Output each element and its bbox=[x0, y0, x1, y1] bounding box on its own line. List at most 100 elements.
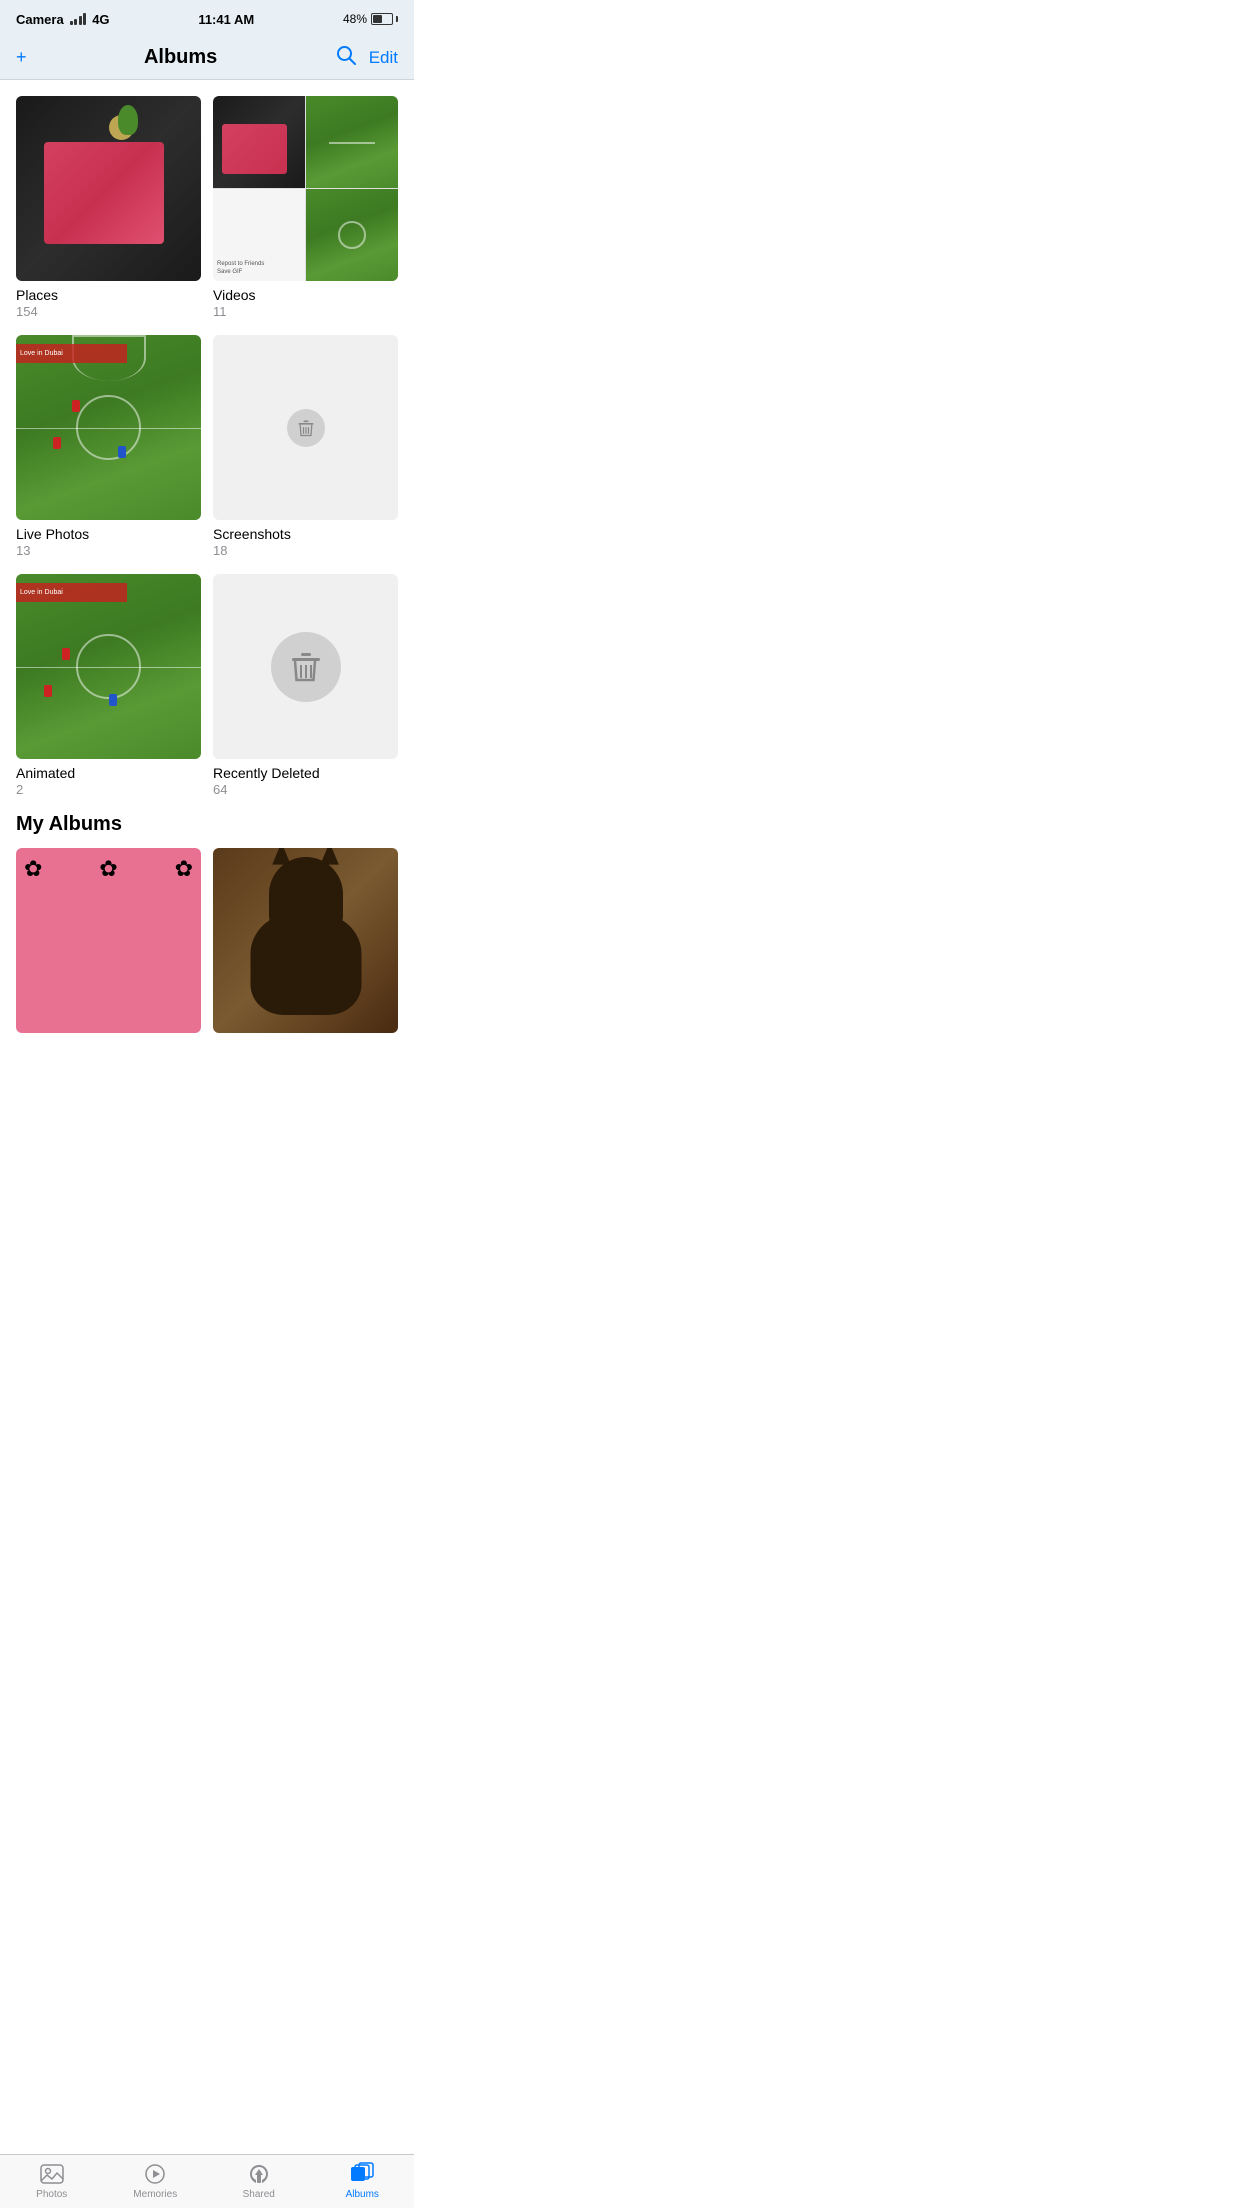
plant-detail bbox=[118, 105, 138, 135]
trash-circle-small bbox=[287, 409, 325, 447]
shared-icon bbox=[246, 2161, 272, 2187]
album-name-places: Places bbox=[16, 287, 201, 303]
album-name-recently-deleted: Recently Deleted bbox=[213, 765, 398, 781]
animated-banner: Love in Dubai bbox=[16, 583, 127, 602]
trash-circle-large bbox=[271, 632, 341, 702]
tab-memories-label: Memories bbox=[133, 2189, 177, 2200]
search-button[interactable] bbox=[335, 44, 357, 71]
tab-photos[interactable]: Photos bbox=[0, 2161, 104, 2200]
status-right: 48% bbox=[343, 12, 398, 26]
status-bar: Camera 4G 11:41 AM 48% bbox=[0, 0, 414, 36]
signal-bars bbox=[70, 13, 87, 25]
album-count-videos: 11 bbox=[213, 304, 398, 319]
battery-icon bbox=[371, 13, 398, 25]
tab-photos-label: Photos bbox=[36, 2189, 67, 2200]
animated-player-red bbox=[62, 648, 70, 660]
carrier-label: Camera bbox=[16, 12, 64, 27]
add-album-button[interactable]: + bbox=[16, 47, 27, 68]
nav-left: + bbox=[16, 47, 27, 68]
signal-bar-3 bbox=[79, 16, 82, 25]
videos-four-grid: Repost to FriendsSave GIF bbox=[213, 96, 398, 281]
battery-tip bbox=[396, 16, 398, 22]
grid-cell-4 bbox=[306, 189, 398, 281]
album-item-recently-deleted[interactable]: Recently Deleted 64 bbox=[213, 574, 398, 797]
cat-album-thumb bbox=[213, 848, 398, 1033]
search-icon bbox=[335, 44, 357, 66]
status-left: Camera 4G bbox=[16, 12, 110, 27]
grid-cell-3: Repost to FriendsSave GIF bbox=[213, 189, 305, 281]
mini-soccer-2 bbox=[306, 189, 398, 281]
animated-player-blue bbox=[109, 694, 117, 706]
banner-text: Love in Dubai bbox=[20, 350, 63, 357]
page-title: Albums bbox=[144, 46, 217, 69]
album-item-animated[interactable]: Love in Dubai Animated 2 bbox=[16, 574, 201, 797]
floral-overlay bbox=[44, 142, 164, 244]
tab-albums[interactable]: Albums bbox=[311, 2161, 415, 2200]
network-type: 4G bbox=[92, 12, 109, 27]
status-time: 11:41 AM bbox=[198, 12, 254, 27]
tab-shared-label: Shared bbox=[243, 2189, 275, 2200]
soccer-field-animated: Love in Dubai bbox=[16, 574, 201, 759]
mini-bag bbox=[222, 124, 286, 175]
album-count-animated: 2 bbox=[16, 782, 201, 797]
album-item-places[interactable]: Places 154 bbox=[16, 96, 201, 319]
cat-ear-left bbox=[272, 848, 291, 865]
signal-bar-2 bbox=[74, 19, 77, 25]
animated-player-red-2 bbox=[44, 685, 52, 697]
album-item-screenshots[interactable]: Screenshots 18 bbox=[213, 335, 398, 558]
photos-icon bbox=[39, 2161, 65, 2187]
album-name-live: Live Photos bbox=[16, 526, 201, 542]
cat-ear-right bbox=[320, 848, 339, 865]
album-count-live: 13 bbox=[16, 543, 201, 558]
tab-memories[interactable]: Memories bbox=[104, 2161, 208, 2200]
animated-banner-text: Love in Dubai bbox=[20, 589, 63, 596]
bag-image bbox=[16, 96, 201, 281]
album-item-cat[interactable] bbox=[213, 848, 398, 1033]
cat-head bbox=[269, 857, 343, 931]
battery-percent: 48% bbox=[343, 12, 367, 26]
player-red-2 bbox=[53, 437, 61, 449]
memories-icon bbox=[142, 2161, 168, 2187]
album-name-screenshots: Screenshots bbox=[213, 526, 398, 542]
album-thumb-screenshots bbox=[213, 335, 398, 520]
animated-field-circle bbox=[76, 634, 141, 699]
album-thumb-animated: Love in Dubai bbox=[16, 574, 201, 759]
edit-button[interactable]: Edit bbox=[369, 48, 398, 68]
tab-shared[interactable]: Shared bbox=[207, 2161, 311, 2200]
signal-bar-1 bbox=[70, 21, 73, 25]
album-grid-section: Places 154 bbox=[0, 80, 414, 1053]
album-item-pink-flowers[interactable]: ✿ ✿ ✿ bbox=[16, 848, 201, 1033]
battery-fill bbox=[373, 15, 382, 23]
bottom-spacer bbox=[16, 1033, 398, 1053]
album-thumb-places bbox=[16, 96, 201, 281]
tab-bar: Photos Memories Shared bbox=[0, 2154, 414, 2208]
player-red-1 bbox=[72, 400, 80, 412]
flower-icon-3: ✿ bbox=[175, 856, 193, 882]
trash-bg bbox=[213, 574, 398, 759]
nav-right: Edit bbox=[335, 44, 398, 71]
album-count-places: 154 bbox=[16, 304, 201, 319]
grid-cell-1 bbox=[213, 96, 305, 188]
pink-album-thumb: ✿ ✿ ✿ bbox=[16, 848, 201, 1033]
my-albums-header: My Albums bbox=[16, 813, 398, 836]
banner: Love in Dubai bbox=[16, 344, 127, 363]
grid-bag bbox=[213, 96, 305, 188]
share-cell: Repost to FriendsSave GIF bbox=[213, 189, 305, 281]
screenshots-bg bbox=[213, 335, 398, 520]
grid-cell-2 bbox=[306, 96, 398, 188]
album-item-videos[interactable]: Repost to FriendsSave GIF Videos 11 bbox=[213, 96, 398, 319]
flower-icon-1: ✿ bbox=[24, 856, 42, 882]
field-center-circle bbox=[76, 395, 141, 460]
mini-soccer-1 bbox=[306, 96, 398, 188]
flower-icon-2: ✿ bbox=[99, 856, 117, 882]
album-name-videos: Videos bbox=[213, 287, 398, 303]
album-item-live-photos[interactable]: Love in Dubai Live Photos 13 bbox=[16, 335, 201, 558]
album-thumb-videos: Repost to FriendsSave GIF bbox=[213, 96, 398, 281]
trash-icon-large bbox=[288, 649, 324, 685]
trash-icon-small bbox=[296, 418, 316, 438]
share-text: Repost to FriendsSave GIF bbox=[217, 261, 264, 277]
my-albums-grid: ✿ ✿ ✿ bbox=[16, 848, 398, 1033]
album-count-screenshots: 18 bbox=[213, 543, 398, 558]
battery-body bbox=[371, 13, 393, 25]
main-content: Places 154 bbox=[0, 80, 414, 1133]
